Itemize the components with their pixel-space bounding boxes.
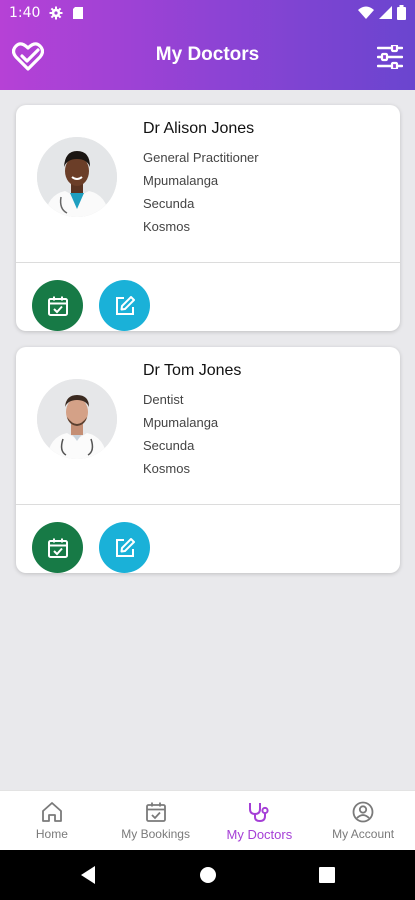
doctor-specialty: General Practitioner — [143, 150, 259, 165]
doctor-avatar — [37, 379, 117, 459]
edit-icon — [115, 537, 135, 557]
header: My Doctors — [0, 28, 415, 90]
doctor-city: Secunda — [143, 196, 195, 211]
doctor-info: Dr Alison Jones General Practitioner Mpu… — [143, 120, 259, 238]
nav-my-bookings[interactable]: My Bookings — [104, 791, 208, 850]
doctor-card: Dr Alison Jones General Practitioner Mpu… — [16, 105, 400, 331]
battery-icon — [397, 5, 406, 20]
stethoscope-icon — [249, 803, 269, 823]
signal-icon — [379, 5, 392, 19]
app-top-bar: 1:40 My Doctors — [0, 0, 415, 90]
settings-icon — [49, 6, 63, 20]
doctor-name: Dr Tom Jones — [143, 362, 242, 379]
status-time: 1:40 — [9, 5, 41, 21]
wifi-icon — [358, 6, 374, 19]
nav-home[interactable]: Home — [0, 791, 104, 850]
doctor-province: Mpumalanga — [143, 173, 219, 188]
calendar-check-icon — [47, 296, 68, 316]
doctor-province: Mpumalanga — [143, 415, 219, 430]
card-divider — [16, 262, 400, 263]
back-icon[interactable] — [79, 865, 97, 885]
nav-label: My Doctors — [226, 827, 293, 842]
book-appointment-button[interactable] — [32, 522, 83, 573]
doctor-avatar — [37, 137, 117, 217]
card-divider — [16, 504, 400, 505]
doctor-info: Dr Tom Jones Dentist Mpumalanga Secunda … — [143, 362, 241, 480]
edit-doctor-button[interactable] — [99, 522, 150, 573]
edit-icon — [115, 295, 135, 315]
recents-icon[interactable] — [318, 865, 336, 885]
system-navigation-bar — [0, 850, 415, 900]
nav-my-doctors[interactable]: My Doctors — [208, 791, 312, 850]
doctor-area: Kosmos — [143, 219, 190, 234]
status-right-icons — [358, 5, 406, 20]
doctor-city: Secunda — [143, 438, 195, 453]
doctor-specialty: Dentist — [143, 392, 184, 407]
sd-card-icon — [73, 7, 83, 19]
account-icon — [352, 801, 374, 823]
calendar-check-icon — [145, 802, 166, 822]
bottom-navigation: Home My Bookings My Doctors My Account — [0, 790, 415, 850]
doctor-list: Dr Alison Jones General Practitioner Mpu… — [0, 90, 415, 790]
nav-my-account[interactable]: My Account — [311, 791, 415, 850]
home-button-icon[interactable] — [199, 865, 217, 885]
page-title: My Doctors — [155, 44, 260, 65]
filter-settings-icon[interactable] — [377, 45, 403, 69]
edit-doctor-button[interactable] — [99, 280, 150, 331]
nav-label: My Account — [332, 827, 395, 841]
nav-label: My Bookings — [121, 827, 190, 841]
book-appointment-button[interactable] — [32, 280, 83, 331]
status-bar: 1:40 — [0, 0, 415, 28]
calendar-check-icon — [47, 538, 68, 558]
doctor-area: Kosmos — [143, 461, 190, 476]
home-icon — [41, 802, 62, 822]
doctor-card: Dr Tom Jones Dentist Mpumalanga Secunda … — [16, 347, 400, 573]
female-doctor-photo-icon — [37, 137, 117, 217]
male-doctor-photo-icon — [37, 379, 117, 459]
doctor-name: Dr Alison Jones — [143, 120, 255, 137]
nav-label: Home — [35, 827, 68, 841]
